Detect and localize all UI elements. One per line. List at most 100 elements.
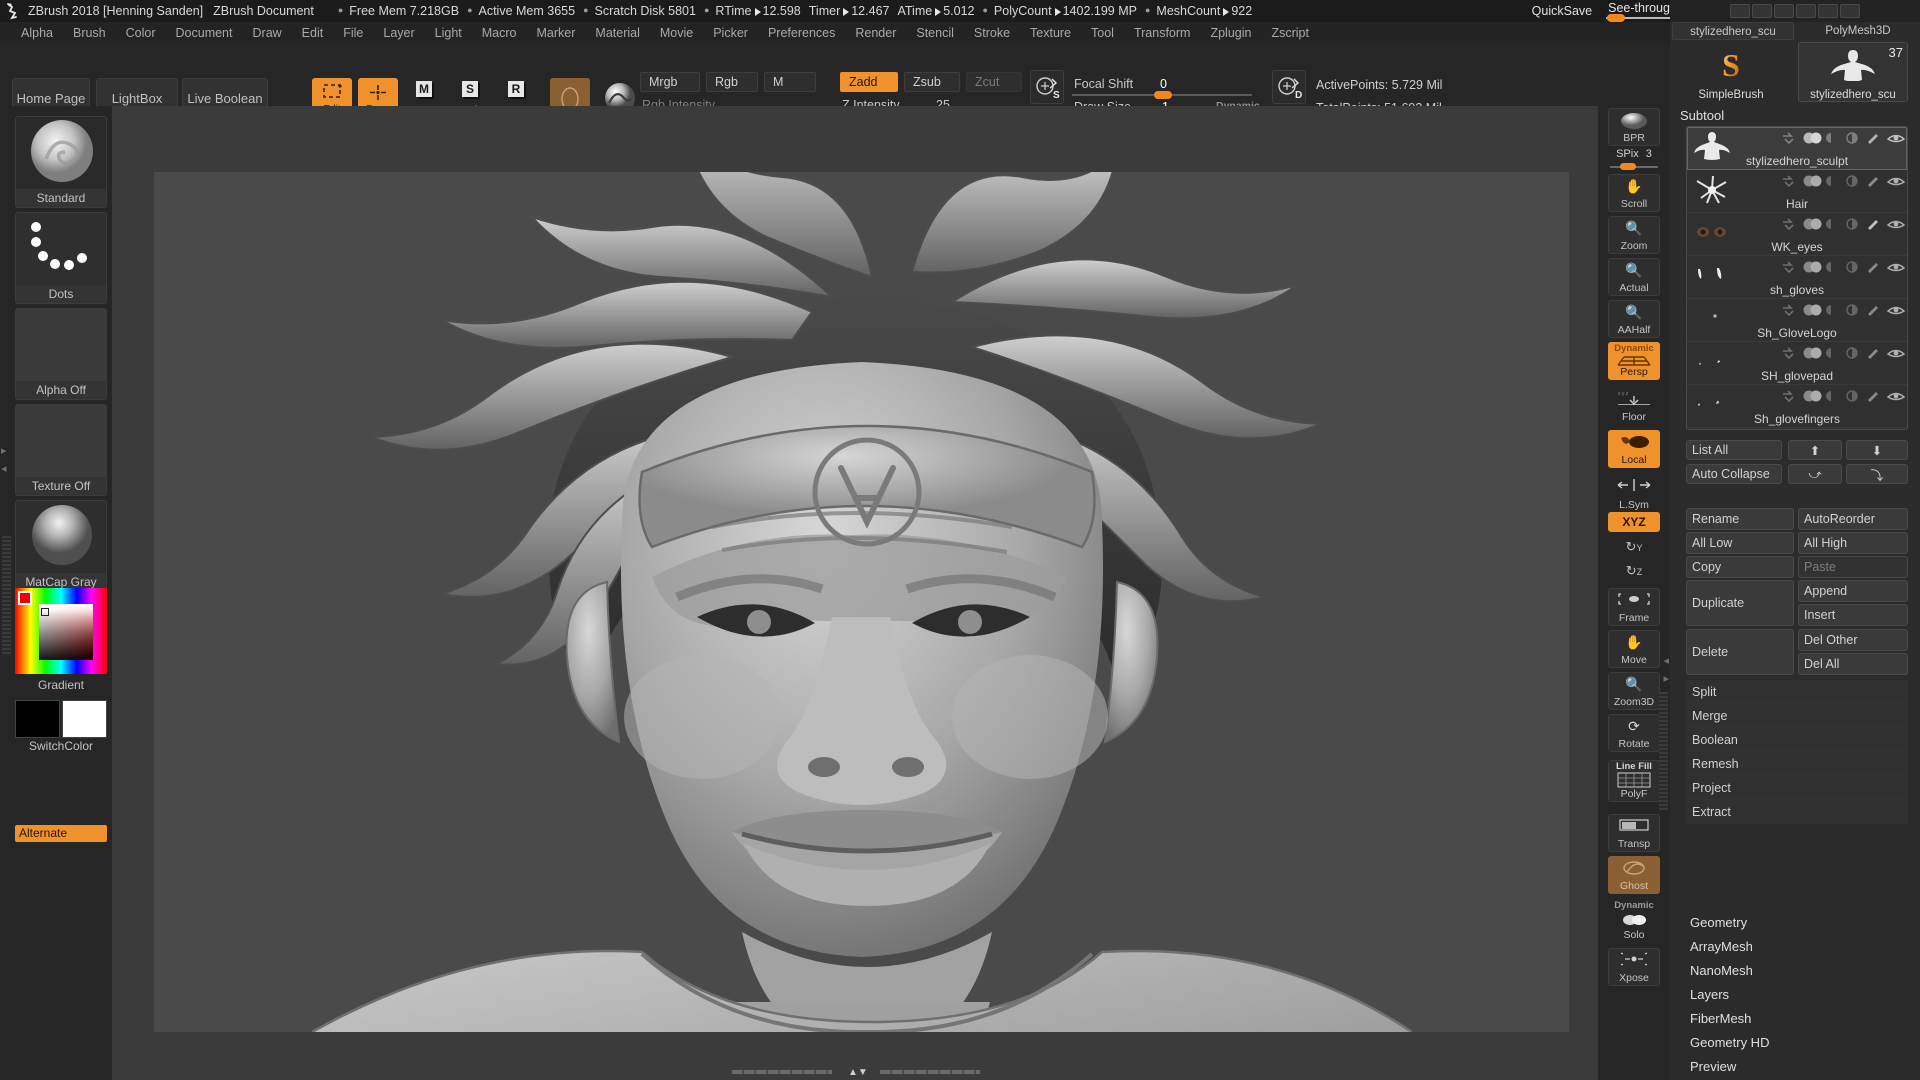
subtool-arrow-icon[interactable] [1782,346,1796,360]
subtool-toggle-icons[interactable] [1782,389,1906,403]
doc-scroll-left-grip[interactable] [732,1070,832,1074]
gradient-button[interactable]: Gradient [15,678,107,692]
subtool-eye-icon[interactable] [1886,389,1906,401]
subtool-toggle-icons[interactable] [1782,303,1906,317]
current-alpha-slot[interactable]: Alpha Off [15,308,107,400]
reorder-down-button[interactable]: ⤵ [1846,464,1908,484]
append-button[interactable]: Append [1798,580,1908,602]
panel-icon-1[interactable] [1730,4,1750,18]
subtool-paint-icon[interactable] [1866,346,1880,359]
list-all-button[interactable]: List All [1686,440,1782,460]
current-material-slot[interactable]: MatCap Gray [15,500,107,592]
subtool-eye-icon[interactable] [1886,303,1906,315]
menu-file[interactable]: File [334,24,372,42]
polyframe-button[interactable]: Line Fill PolyF [1608,760,1660,802]
del-all-button[interactable]: Del All [1798,653,1908,675]
draw-size-preset-button[interactable]: S [1030,70,1064,104]
split-button[interactable]: Split [1686,680,1908,704]
dynamic-preset-button[interactable]: D [1272,70,1306,104]
rotate-view-button[interactable]: ⟳ Rotate [1608,714,1660,752]
subtool-row-hair[interactable]: Hair [1687,170,1907,213]
rotate-z-button[interactable]: ↻Z [1608,558,1660,580]
actual-size-button[interactable]: 🔍 Actual [1608,258,1660,296]
xpose-button[interactable]: Xpose [1608,948,1660,986]
frame-button[interactable]: Frame [1608,588,1660,626]
subtool-shadow-icon[interactable] [1824,389,1838,401]
del-other-button[interactable]: Del Other [1798,629,1908,651]
subtool-contrast-icon[interactable] [1845,260,1859,273]
panel-icon-4[interactable] [1796,4,1816,18]
subtool-shadow-icon[interactable] [1824,303,1838,315]
right-shelf-collapse-icon[interactable]: ▸ [1663,672,1669,685]
menu-stroke[interactable]: Stroke [965,24,1019,42]
subtool-eye-icon[interactable] [1886,131,1906,143]
tab-polymesh3d[interactable]: PolyMesh3D [1798,22,1918,40]
current-brush-button[interactable]: Standard [15,116,107,208]
subtool-row-sh-glovelogo[interactable]: Sh_GloveLogo [1687,299,1907,342]
menu-stencil[interactable]: Stencil [907,24,963,42]
subtool-row-wk-eyes[interactable]: WK_eyes [1687,213,1907,256]
menu-picker[interactable]: Picker [704,24,757,42]
project-button[interactable]: Project [1686,776,1908,800]
focal-shift-slider[interactable]: Focal Shift 0 [1072,77,1252,99]
subtool-visibility-toggle-icon[interactable] [1803,346,1822,359]
subtool-shadow-icon[interactable] [1824,217,1838,229]
subtool-shadow-icon[interactable] [1824,174,1838,186]
subtool-eye-icon[interactable] [1886,346,1906,358]
menu-edit[interactable]: Edit [293,24,333,42]
subtool-visibility-toggle-icon[interactable] [1803,389,1822,402]
subtool-contrast-icon[interactable] [1845,303,1859,316]
canvas-inner[interactable] [154,172,1569,1032]
subtool-list[interactable]: stylizedhero_sculpt Hair WK_eyes sh_glov… [1686,126,1908,430]
tab-current-tool[interactable]: stylizedhero_scu [1672,22,1794,40]
subtool-toggle-icons[interactable] [1782,131,1906,145]
bpr-render-button[interactable]: BPR [1608,108,1660,146]
zadd-button[interactable]: Zadd [840,72,898,92]
move-up-button[interactable]: ⬆ [1788,440,1842,460]
section-nanomesh[interactable]: NanoMesh [1690,963,1753,978]
panel-icon-2[interactable] [1752,4,1772,18]
subtool-visibility-toggle-icon[interactable] [1803,174,1822,187]
quicksave-button[interactable]: QuickSave [1518,4,1606,18]
canvas-area[interactable]: ▲▼ [112,106,1598,1080]
color-picker[interactable] [15,588,107,674]
subtool-contrast-icon[interactable] [1845,131,1859,144]
spix-knob[interactable] [1620,163,1636,170]
left-shelf-resize-grip[interactable] [2,536,11,656]
subtool-visibility-toggle-icon[interactable] [1803,303,1822,316]
paste-button[interactable]: Paste [1798,556,1908,578]
subtool-arrow-icon[interactable] [1782,303,1796,317]
menu-zplugin[interactable]: Zplugin [1201,24,1260,42]
subtool-paint-icon[interactable] [1866,303,1880,316]
rename-button[interactable]: Rename [1686,508,1794,530]
doc-scroll-right-grip[interactable] [880,1070,980,1074]
subtool-contrast-icon[interactable] [1845,346,1859,359]
panel-icon-6[interactable] [1840,4,1860,18]
solo-button[interactable]: Dynamic Solo [1608,900,1660,942]
m-button[interactable]: M [764,72,816,92]
section-geometry-hd[interactable]: Geometry HD [1690,1035,1769,1050]
section-layers[interactable]: Layers [1690,987,1729,1002]
left-shelf-expand-icon[interactable]: ▸ [1,444,7,457]
menu-macro[interactable]: Macro [473,24,526,42]
reorder-right-button[interactable]: ⤻ [1788,464,1842,484]
menu-brush[interactable]: Brush [64,24,115,42]
menu-light[interactable]: Light [426,24,471,42]
zoom-button[interactable]: 🔍 Zoom [1608,216,1660,254]
switch-color-button[interactable]: SwitchColor [15,739,107,753]
perspective-button[interactable]: Dynamic Persp [1608,342,1660,380]
zsub-button[interactable]: Zsub [904,72,960,92]
mrgb-button[interactable]: Mrgb [640,72,700,92]
menu-alpha[interactable]: Alpha [12,24,62,42]
alternate-button[interactable]: Alternate [15,825,107,842]
subtool-arrow-icon[interactable] [1782,260,1796,274]
subtool-visibility-toggle-icon[interactable] [1803,260,1822,273]
subtool-shadow-icon[interactable] [1824,260,1838,272]
see-through-knob[interactable] [1607,14,1626,22]
subtool-row-sh-gloves[interactable]: sh_gloves [1687,256,1907,299]
subtool-toggle-icons[interactable] [1782,260,1906,274]
local-symmetry-button[interactable]: L.Sym [1608,474,1660,512]
focal-shift-knob[interactable] [1154,91,1172,99]
subtool-arrow-icon[interactable] [1782,389,1796,403]
subtool-eye-icon[interactable] [1886,260,1906,272]
